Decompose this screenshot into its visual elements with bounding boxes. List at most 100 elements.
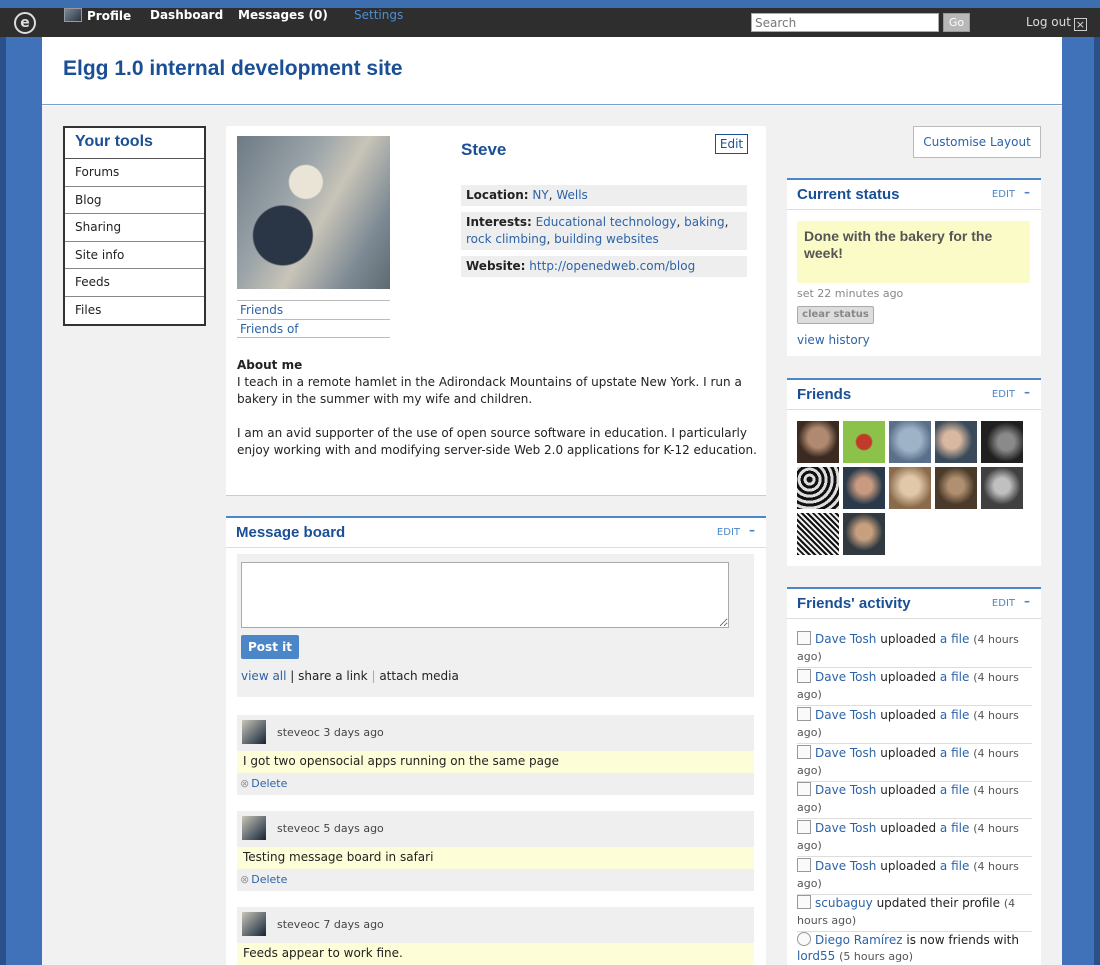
activity-object-link[interactable]: lord55 xyxy=(797,949,835,963)
attach-media-link[interactable]: attach media xyxy=(379,669,459,683)
friends-link[interactable]: Friends xyxy=(237,300,390,319)
friend-avatar[interactable] xyxy=(889,467,931,509)
clear-status-button[interactable]: clear status xyxy=(797,306,874,324)
friend-avatar[interactable] xyxy=(797,421,839,463)
search-go-button[interactable]: Go xyxy=(943,13,970,32)
delete-message-button[interactable]: ⊗ Delete xyxy=(240,873,287,886)
widget-edit-link[interactable]: EDIT xyxy=(717,527,740,538)
widget-edit-link[interactable]: EDIT xyxy=(992,389,1015,400)
user-avatar[interactable] xyxy=(242,816,266,840)
tool-blog[interactable]: Blog xyxy=(65,187,204,214)
friend-avatar[interactable] xyxy=(889,421,931,463)
site-title[interactable]: Elgg 1.0 internal development site xyxy=(63,57,403,81)
message-textarea[interactable] xyxy=(241,562,729,628)
message-board-form: Post it view all | share a link | attach… xyxy=(237,554,754,697)
website-link[interactable]: http://openedweb.com/blog xyxy=(529,259,695,273)
message-time: 3 days ago xyxy=(323,726,384,739)
user-avatar[interactable] xyxy=(242,912,266,936)
widget-edit-link[interactable]: EDIT xyxy=(992,189,1015,200)
friend-avatar[interactable] xyxy=(797,467,839,509)
nav-profile[interactable]: Profile xyxy=(64,8,131,37)
activity-action: uploaded xyxy=(880,632,937,646)
message-item: steveoc 7 days ago Feeds appear to work … xyxy=(237,907,754,965)
collapse-icon[interactable]: – xyxy=(1024,385,1030,399)
page: Elgg 1.0 internal development site Your … xyxy=(42,37,1062,965)
friend-avatar[interactable] xyxy=(981,421,1023,463)
edit-profile-button[interactable]: Edit xyxy=(715,134,748,154)
location-wells-link[interactable]: Wells xyxy=(556,188,587,202)
activity-object-link[interactable]: a file xyxy=(940,859,969,873)
collapse-icon[interactable]: – xyxy=(1024,594,1030,608)
friend-avatar[interactable] xyxy=(843,467,885,509)
collapse-icon[interactable]: – xyxy=(1024,185,1030,199)
tool-files[interactable]: Files xyxy=(65,297,204,325)
logout-label: Log out xyxy=(1026,15,1071,29)
activity-user-link[interactable]: Dave Tosh xyxy=(815,859,876,873)
activity-item: scubaguy updated their profile (4 hours … xyxy=(797,895,1032,932)
profile-avatar-icon xyxy=(64,8,82,22)
activity-object-link[interactable]: a file xyxy=(940,708,969,722)
activity-user-link[interactable]: Dave Tosh xyxy=(815,632,876,646)
activity-item: Dave Tosh uploaded a file (4 hours ago) xyxy=(797,669,1032,706)
interest-baking-link[interactable]: baking xyxy=(684,215,724,229)
activity-object-link[interactable]: a file xyxy=(940,746,969,760)
friends-link-label: Friends xyxy=(240,303,284,317)
activity-user-link[interactable]: Dave Tosh xyxy=(815,783,876,797)
search-input[interactable] xyxy=(751,13,939,32)
tool-site-info[interactable]: Site info xyxy=(65,242,204,269)
friend-avatar[interactable] xyxy=(935,421,977,463)
delete-message-button[interactable]: ⊗ Delete xyxy=(240,777,287,790)
activity-object-link[interactable]: a file xyxy=(940,632,969,646)
customise-layout-button[interactable]: Customise Layout xyxy=(913,126,1041,158)
friend-avatar[interactable] xyxy=(843,421,885,463)
activity-user-link[interactable]: Dave Tosh xyxy=(815,821,876,835)
close-x-icon: × xyxy=(1073,18,1087,31)
nav-settings[interactable]: Settings xyxy=(354,8,403,37)
message-text: Testing message board in safari xyxy=(237,847,754,869)
content-area: Your tools Forums Blog Sharing Site info… xyxy=(42,106,1062,965)
activity-user-link[interactable]: Dave Tosh xyxy=(815,746,876,760)
logout-button[interactable]: Log out × xyxy=(1026,8,1087,37)
file-icon xyxy=(797,631,811,645)
friend-avatar[interactable] xyxy=(935,467,977,509)
tool-forums[interactable]: Forums xyxy=(65,159,204,187)
friends-of-link[interactable]: Friends of xyxy=(237,319,390,338)
activity-user-link[interactable]: Dave Tosh xyxy=(815,708,876,722)
interest-edtech-link[interactable]: Educational technology xyxy=(536,215,677,229)
widget-header: Friends' activity EDIT – xyxy=(787,589,1041,619)
tool-sharing[interactable]: Sharing xyxy=(65,214,204,242)
activity-object-link[interactable]: a file xyxy=(940,783,969,797)
post-it-button[interactable]: Post it xyxy=(241,635,299,659)
your-tools-menu: Your tools Forums Blog Sharing Site info… xyxy=(63,126,206,326)
activity-object-link[interactable]: a file xyxy=(940,821,969,835)
location-ny-link[interactable]: NY xyxy=(532,188,548,202)
activity-action: uploaded xyxy=(880,746,937,760)
message-time: 5 days ago xyxy=(323,822,384,835)
nav-messages[interactable]: Messages (0) xyxy=(238,8,328,37)
view-history-link[interactable]: view history xyxy=(797,333,870,347)
interest-climbing-link[interactable]: rock climbing xyxy=(466,232,547,246)
widget-edit-link[interactable]: EDIT xyxy=(992,598,1015,609)
friends-widget: Friends EDIT – xyxy=(787,378,1041,566)
interest-websites-link[interactable]: building websites xyxy=(554,232,659,246)
friends-activity-widget: Friends' activity EDIT – Dave Tosh uploa… xyxy=(787,587,1041,965)
view-all-link[interactable]: view all xyxy=(241,669,286,683)
user-avatar[interactable] xyxy=(242,720,266,744)
friend-avatar[interactable] xyxy=(981,467,1023,509)
activity-user-link[interactable]: Dave Tosh xyxy=(815,670,876,684)
site-header: Elgg 1.0 internal development site xyxy=(42,37,1062,105)
activity-user-link[interactable]: scubaguy xyxy=(815,896,873,910)
nav-dashboard[interactable]: Dashboard xyxy=(150,8,223,37)
tool-feeds[interactable]: Feeds xyxy=(65,269,204,297)
status-text: Done with the bakery for the week! xyxy=(797,221,1030,283)
status-time: set 22 minutes ago xyxy=(797,287,904,300)
friend-avatar[interactable] xyxy=(797,513,839,555)
share-link-link[interactable]: share a link xyxy=(298,669,367,683)
collapse-icon[interactable]: – xyxy=(749,523,755,537)
elgg-logo-icon[interactable]: e xyxy=(14,12,36,34)
activity-item: Dave Tosh uploaded a file (4 hours ago) xyxy=(797,745,1032,782)
widget-title: Current status xyxy=(797,186,900,203)
activity-user-link[interactable]: Diego Ramírez xyxy=(815,933,903,947)
friend-avatar[interactable] xyxy=(843,513,885,555)
activity-object-link[interactable]: a file xyxy=(940,670,969,684)
